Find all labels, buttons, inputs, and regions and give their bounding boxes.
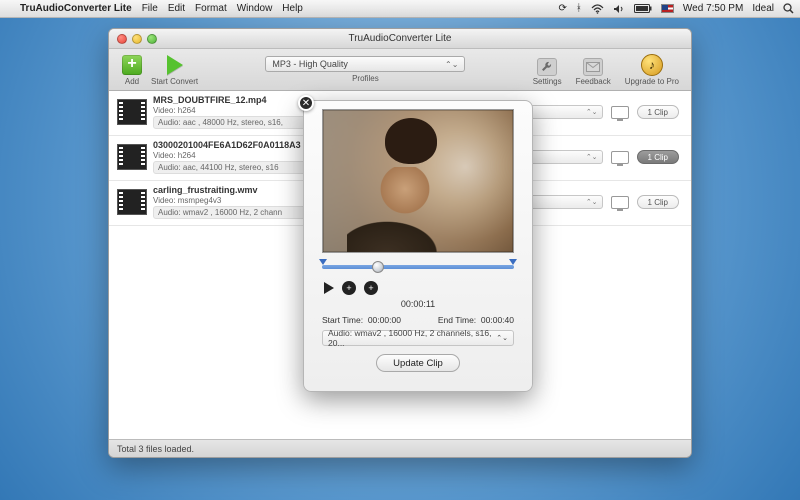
clip-count-button[interactable]: 1 Clip xyxy=(637,105,679,119)
play-button[interactable] xyxy=(324,282,334,294)
film-icon xyxy=(117,99,147,125)
input-source-icon[interactable] xyxy=(661,4,674,13)
upgrade-icon: ♪ xyxy=(641,54,663,76)
envelope-icon xyxy=(583,58,603,76)
profiles-label: Profiles xyxy=(352,74,379,83)
film-icon xyxy=(117,144,147,170)
trim-slider[interactable] xyxy=(322,259,514,275)
volume-icon[interactable] xyxy=(613,4,625,14)
popup-close-button[interactable]: ✕ xyxy=(298,95,314,111)
add-label: Add xyxy=(125,77,139,86)
clip-count-button[interactable]: 1 Clip xyxy=(637,195,679,209)
start-time-field[interactable]: Start Time: 00:00:00 xyxy=(322,315,401,325)
file-video-info: Video: msmpeg4v3 xyxy=(153,196,313,205)
file-name: MRS_DOUBTFIRE_12.mp4 xyxy=(153,95,313,105)
file-name: carling_frustraiting.wmv xyxy=(153,185,313,195)
menubar-app-name[interactable]: TruAudioConverter Lite xyxy=(20,3,132,14)
chevron-updown-icon: ⌃⌄ xyxy=(496,334,508,342)
menu-window[interactable]: Window xyxy=(237,3,273,14)
wifi-icon[interactable] xyxy=(591,4,604,14)
window-close-button[interactable] xyxy=(117,34,127,44)
file-name: 03000201004FE6A1D62F0A0118A3 xyxy=(153,140,313,150)
window-zoom-button[interactable] xyxy=(147,34,157,44)
window-titlebar[interactable]: TruAudioConverter Lite xyxy=(109,29,691,49)
toolbar: + Add Start Convert MP3 - High Quality ⌃… xyxy=(109,49,691,91)
chevron-updown-icon: ⌃⌄ xyxy=(586,153,598,161)
chevron-updown-icon: ⌃⌄ xyxy=(586,108,598,116)
upgrade-button[interactable]: ♪ Upgrade to Pro xyxy=(621,54,683,86)
profile-select[interactable]: MP3 - High Quality ⌃⌄ xyxy=(265,56,465,72)
chevron-updown-icon: ⌃⌄ xyxy=(586,198,598,206)
menubar-user[interactable]: Ideal xyxy=(752,3,774,14)
bluetooth-icon[interactable]: ᚼ xyxy=(576,3,582,14)
update-clip-button[interactable]: Update Clip xyxy=(376,354,460,372)
feedback-button[interactable]: Feedback xyxy=(572,58,615,86)
clip-count-button[interactable]: 1 Clip xyxy=(637,150,679,164)
file-audio-info[interactable]: Audio: aac, 44100 Hz, stereo, s16 xyxy=(153,161,313,174)
file-video-info: Video: h264 xyxy=(153,106,313,115)
chevron-updown-icon: ⌃⌄ xyxy=(445,60,458,69)
play-icon xyxy=(167,55,183,75)
spotlight-icon[interactable] xyxy=(783,3,794,14)
status-bar: Total 3 files loaded. xyxy=(109,439,691,457)
menu-file[interactable]: File xyxy=(142,3,158,14)
playhead-knob[interactable] xyxy=(372,261,384,273)
system-menubar: TruAudioConverter Lite File Edit Format … xyxy=(0,0,800,18)
current-time: 00:00:11 xyxy=(401,299,435,309)
start-convert-label: Start Convert xyxy=(151,77,198,86)
audio-track-select[interactable]: Audio: wmav2 , 16000 Hz, 2 channels, s16… xyxy=(322,330,514,346)
wrench-icon xyxy=(537,58,557,76)
battery-icon[interactable] xyxy=(634,4,652,13)
sync-icon[interactable]: ⟳ xyxy=(559,3,567,14)
monitor-icon[interactable] xyxy=(611,106,629,119)
menubar-clock[interactable]: Wed 7:50 PM xyxy=(683,3,743,14)
menu-edit[interactable]: Edit xyxy=(168,3,185,14)
status-text: Total 3 files loaded. xyxy=(117,444,194,454)
menu-help[interactable]: Help xyxy=(282,3,303,14)
start-convert-button[interactable]: Start Convert xyxy=(147,54,202,86)
profile-selected-value: MP3 - High Quality xyxy=(272,59,348,69)
set-end-button[interactable]: + xyxy=(364,281,378,295)
clip-editor-popup: ✕ + + 00:00:11 Start Time: 00:00:00 End … xyxy=(303,100,533,392)
file-video-info: Video: h264 xyxy=(153,151,313,160)
set-start-button[interactable]: + xyxy=(342,281,356,295)
window-title: TruAudioConverter Lite xyxy=(109,33,691,44)
plus-icon: + xyxy=(122,55,142,75)
menu-format[interactable]: Format xyxy=(195,3,227,14)
window-minimize-button[interactable] xyxy=(132,34,142,44)
file-audio-info[interactable]: Audio: aac , 48000 Hz, stereo, s16, xyxy=(153,116,313,129)
trim-end-handle[interactable] xyxy=(509,259,517,265)
end-time-field[interactable]: End Time: 00:00:40 xyxy=(438,315,514,325)
monitor-icon[interactable] xyxy=(611,196,629,209)
monitor-icon[interactable] xyxy=(611,151,629,164)
video-preview[interactable] xyxy=(322,109,514,253)
settings-button[interactable]: Settings xyxy=(529,58,566,86)
file-audio-info[interactable]: Audio: wmav2 , 16000 Hz, 2 chann xyxy=(153,206,313,219)
add-button[interactable]: + Add xyxy=(117,54,147,86)
film-icon xyxy=(117,189,147,215)
trim-start-handle[interactable] xyxy=(319,259,327,265)
